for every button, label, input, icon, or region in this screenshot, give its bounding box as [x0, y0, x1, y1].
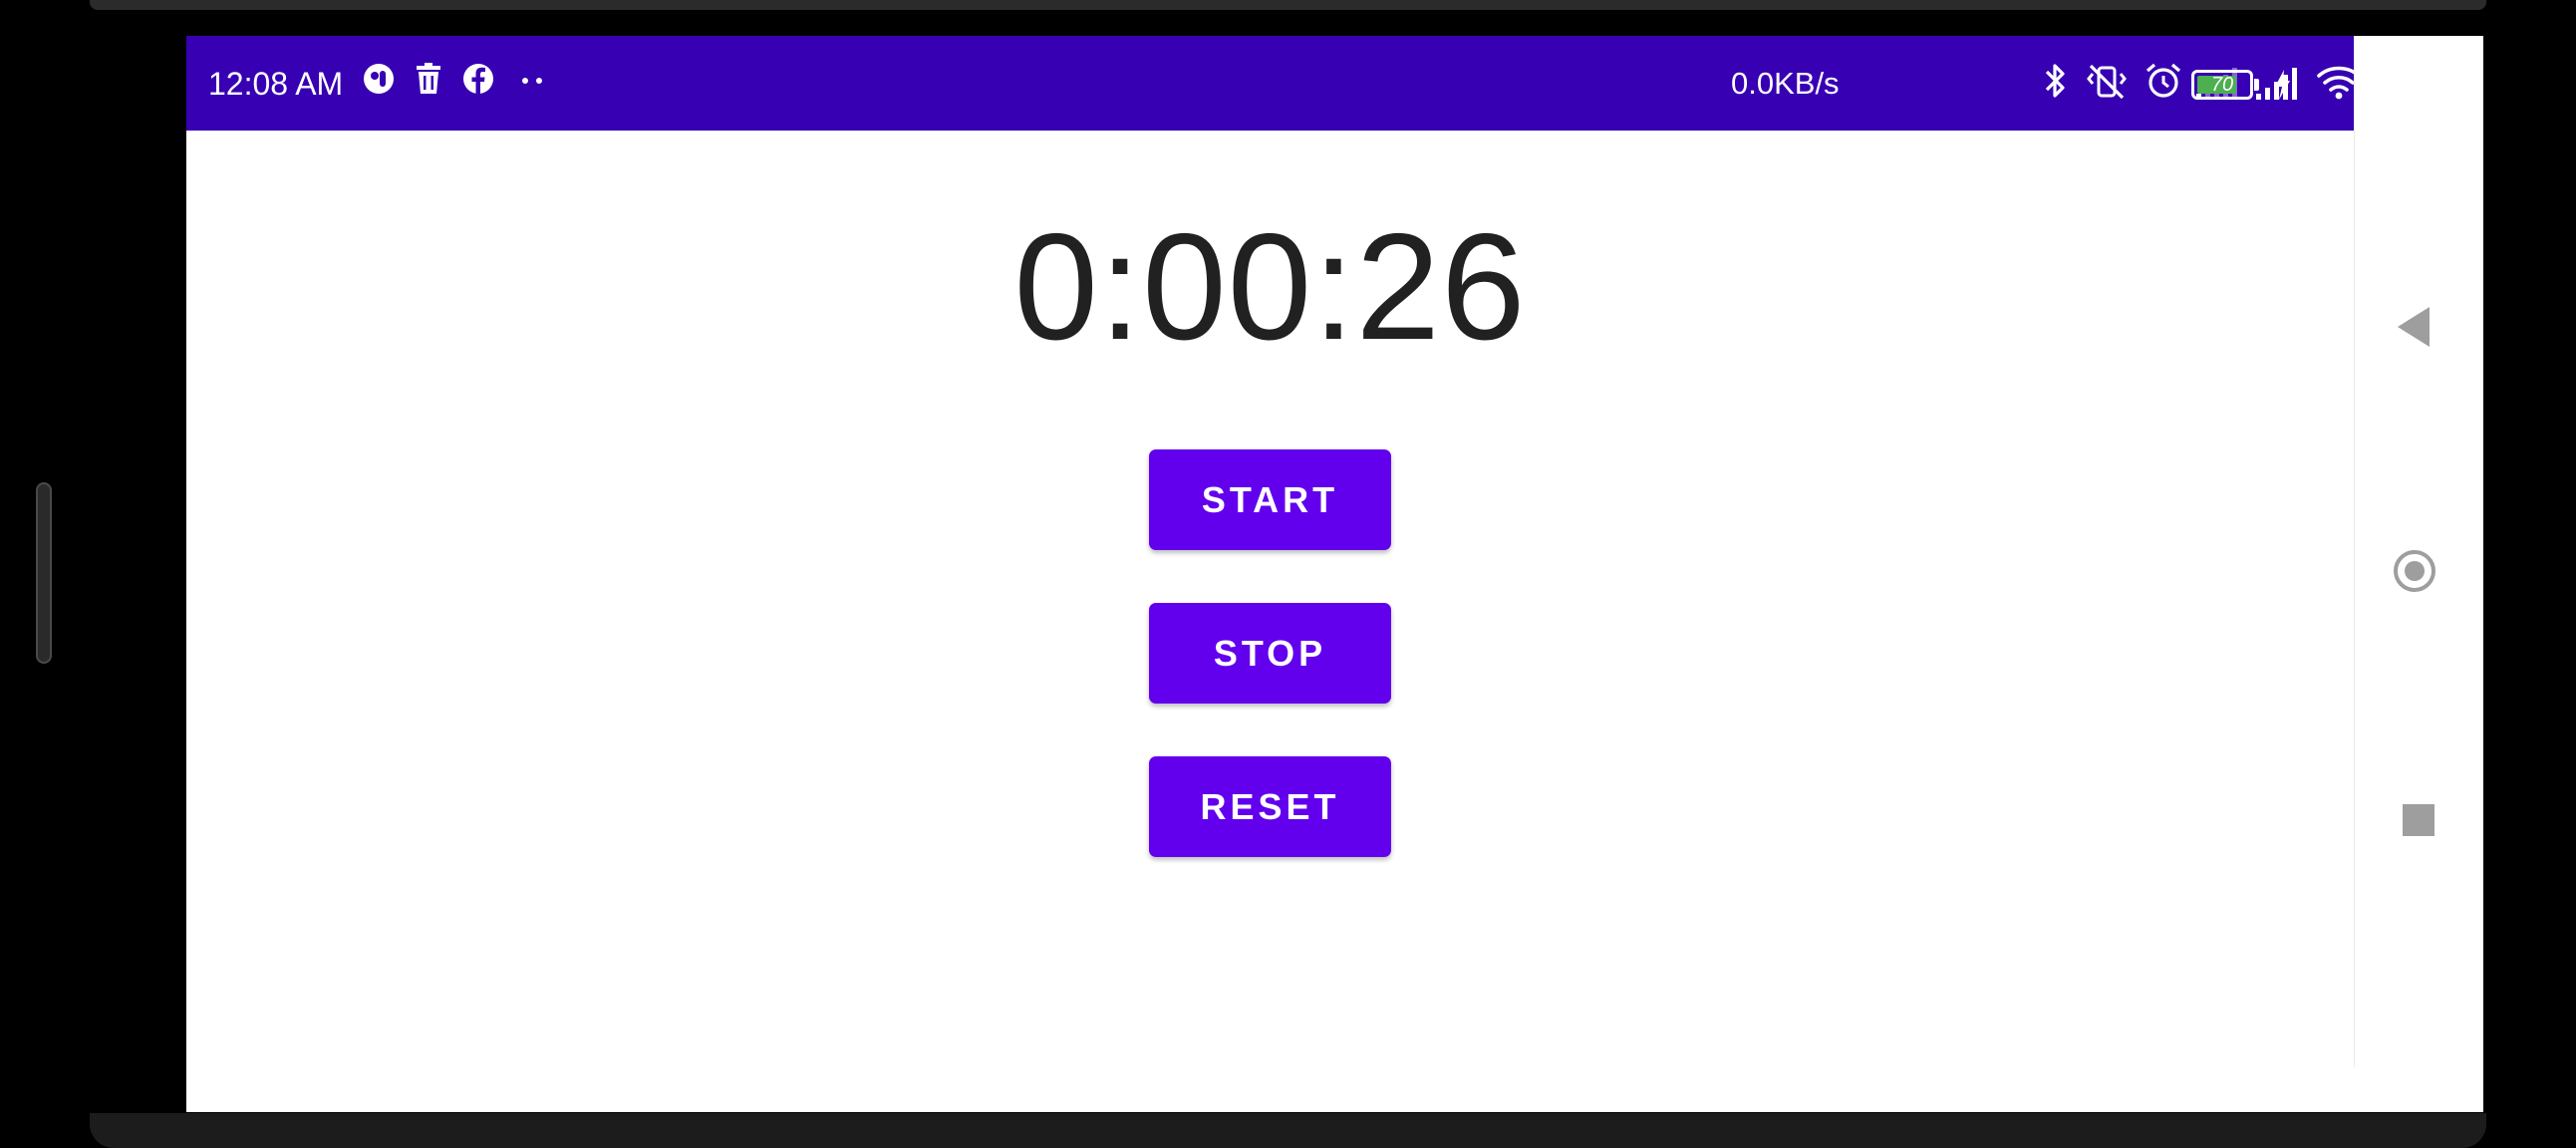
phone-bottom-edge: [90, 1113, 2486, 1148]
more-dots-icon: [522, 78, 542, 84]
screen: 12:08 AM 0.0KB/s 70 0:00:26 START STOP R…: [186, 36, 2483, 1112]
battery-icon: 70: [2191, 70, 2253, 100]
home-icon-dot: [2405, 561, 2425, 581]
battery-indicator: 70: [2191, 70, 2263, 100]
phone-top-edge: [90, 0, 2486, 10]
battery-cap: [2254, 79, 2259, 91]
phone-frame: 12:08 AM 0.0KB/s 70 0:00:26 START STOP R…: [0, 0, 2576, 1148]
stopwatch-display: 0:00:26: [1013, 202, 1527, 372]
alarm-icon: [2146, 63, 2181, 98]
messenger-icon: [364, 64, 394, 94]
charging-icon: [2275, 70, 2290, 100]
reset-button[interactable]: RESET: [1149, 756, 1391, 857]
recents-icon[interactable]: [2403, 804, 2434, 836]
bluetooth-icon: [2045, 64, 2065, 98]
start-button[interactable]: START: [1149, 449, 1391, 550]
status-bar: 12:08 AM 0.0KB/s: [186, 36, 2361, 131]
home-icon[interactable]: [2394, 550, 2435, 592]
stop-button[interactable]: STOP: [1149, 603, 1391, 704]
status-time: 12:08 AM: [208, 66, 344, 102]
facebook-icon: [463, 64, 493, 94]
trash-icon: [417, 63, 440, 94]
back-icon[interactable]: [2398, 307, 2430, 347]
vibrate-off-icon: [2087, 64, 2127, 100]
network-speed: 0.0KB/s: [1731, 66, 1840, 101]
phone-speaker: [36, 482, 52, 664]
battery-level: 70: [2210, 74, 2234, 96]
